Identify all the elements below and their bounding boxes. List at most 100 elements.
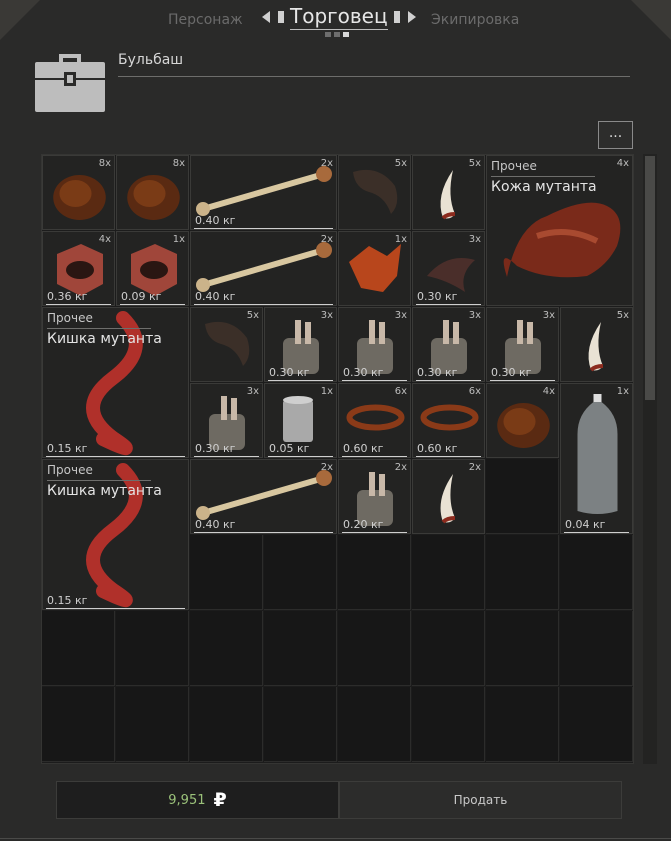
inventory-item[interactable]: 4x: [486, 383, 559, 458]
item-quantity: 1x: [616, 386, 629, 397]
scrollbar[interactable]: [643, 154, 657, 764]
inventory-item[interactable]: 5x: [560, 307, 633, 382]
item-quantity: 2x: [320, 158, 333, 169]
item-quantity: 3x: [246, 386, 259, 397]
sell-button[interactable]: Продать: [339, 781, 622, 819]
grid-cell[interactable]: [560, 535, 633, 610]
inventory-item[interactable]: 3x 0.30 кг: [412, 231, 485, 306]
inventory-item[interactable]: 5x: [338, 155, 411, 230]
scroll-thumb[interactable]: [645, 156, 655, 400]
item-quantity: 3x: [394, 310, 407, 321]
inventory-item[interactable]: 1x 0.09 кг: [116, 231, 189, 306]
inventory-item[interactable]: Прочее Кишка мутанта 0.15 кг: [42, 459, 189, 610]
grid-cell[interactable]: [264, 535, 337, 610]
item-weight: 0.15 кг: [47, 442, 88, 455]
item-weight: 0.15 кг: [47, 594, 88, 607]
tab-marker-icon: [393, 11, 400, 23]
item-quantity: 2x: [320, 462, 333, 473]
tab-character[interactable]: Персонаж: [168, 12, 243, 28]
grid-cell[interactable]: [190, 611, 263, 686]
grid-cell[interactable]: [486, 535, 559, 610]
grid-cell[interactable]: [486, 687, 559, 762]
weight-underline: [416, 456, 481, 457]
inventory-item[interactable]: 3x 0.30 кг: [190, 383, 263, 458]
grid-cell[interactable]: [412, 535, 485, 610]
item-quantity: 6x: [468, 386, 481, 397]
item-weight: 0.04 кг: [565, 518, 606, 531]
item-quantity: 2x: [320, 234, 333, 245]
grid-cell[interactable]: [486, 459, 559, 534]
inventory-item[interactable]: 3x 0.30 кг: [412, 307, 485, 382]
inventory-item[interactable]: 2x: [412, 459, 485, 534]
briefcase-icon: [35, 54, 105, 112]
inventory-item[interactable]: 8x: [116, 155, 189, 230]
item-weight: 0.60 кг: [343, 442, 384, 455]
money-display: 9,951 ₽: [56, 781, 339, 819]
grid-cell[interactable]: [338, 535, 411, 610]
inventory-item[interactable]: 5x: [190, 307, 263, 382]
inventory-item[interactable]: 6x 0.60 кг: [412, 383, 485, 458]
inventory-item[interactable]: 3x 0.30 кг: [338, 307, 411, 382]
item-weight: 0.30 кг: [417, 366, 458, 379]
weight-underline: [416, 380, 481, 381]
grid-cell[interactable]: [560, 611, 633, 686]
grid-cell[interactable]: [42, 611, 115, 686]
inventory-item[interactable]: 6x 0.60 кг: [338, 383, 411, 458]
more-options-button[interactable]: ...: [598, 121, 633, 149]
tab-trader[interactable]: Торговец: [290, 4, 388, 30]
inventory-item[interactable]: Прочее Кишка мутанта 0.15 кг: [42, 307, 189, 458]
weight-underline: [46, 456, 185, 457]
item-weight: 0.30 кг: [343, 366, 384, 379]
inventory-item[interactable]: Прочее Кожа мутанта 4x: [486, 155, 633, 306]
grid-cell[interactable]: [42, 687, 115, 762]
item-weight: 0.05 кг: [269, 442, 310, 455]
grid-cell[interactable]: [264, 611, 337, 686]
grid-cell[interactable]: [190, 535, 263, 610]
page-dot: [334, 32, 340, 37]
weight-underline: [490, 380, 555, 381]
page-dot-active: [343, 32, 349, 37]
ruble-icon: ₽: [213, 789, 227, 811]
tab-equipment[interactable]: Экипировка: [431, 12, 519, 28]
grid-cell[interactable]: [412, 611, 485, 686]
divider: [47, 328, 151, 329]
inventory-item[interactable]: 8x: [42, 155, 115, 230]
arrow-left-icon[interactable]: [262, 11, 270, 23]
grid-cell[interactable]: [338, 687, 411, 762]
item-quantity: 1x: [172, 234, 185, 245]
item-quantity: 3x: [542, 310, 555, 321]
page-dot: [325, 32, 331, 37]
grid-cell[interactable]: [190, 687, 263, 762]
weight-underline: [268, 380, 333, 381]
inventory-item[interactable]: 1x: [338, 231, 411, 306]
grid-cell[interactable]: [264, 687, 337, 762]
item-name: Кожа мутанта: [491, 179, 597, 195]
weight-underline: [46, 304, 111, 305]
inventory-item[interactable]: 4x 0.36 кг: [42, 231, 115, 306]
item-quantity: 5x: [394, 158, 407, 169]
arrow-right-icon[interactable]: [407, 11, 416, 23]
inventory-item[interactable]: 1x 0.05 кг: [264, 383, 337, 458]
divider: [491, 176, 595, 177]
inventory-item[interactable]: 5x: [412, 155, 485, 230]
inventory-item[interactable]: 3x 0.30 кг: [264, 307, 337, 382]
item-quantity: 1x: [394, 234, 407, 245]
grid-cell[interactable]: [116, 611, 189, 686]
item-quantity: 4x: [98, 234, 111, 245]
weight-underline: [194, 228, 333, 229]
inventory-item[interactable]: 2x 0.40 кг: [190, 459, 337, 534]
inventory-item[interactable]: 2x 0.20 кг: [338, 459, 411, 534]
inventory-item[interactable]: 3x 0.30 кг: [486, 307, 559, 382]
item-weight: 0.36 кг: [47, 290, 88, 303]
grid-cell[interactable]: [486, 611, 559, 686]
grid-cell[interactable]: [338, 611, 411, 686]
inventory-item[interactable]: 1x 0.04 кг: [560, 383, 633, 534]
inventory-item[interactable]: 2x 0.40 кг: [190, 155, 337, 230]
item-weight: 0.40 кг: [195, 290, 236, 303]
grid-cell[interactable]: [116, 687, 189, 762]
grid-cell[interactable]: [560, 687, 633, 762]
weight-underline: [342, 456, 407, 457]
weight-underline: [564, 532, 629, 533]
grid-cell[interactable]: [412, 687, 485, 762]
inventory-item[interactable]: 2x 0.40 кг: [190, 231, 337, 306]
